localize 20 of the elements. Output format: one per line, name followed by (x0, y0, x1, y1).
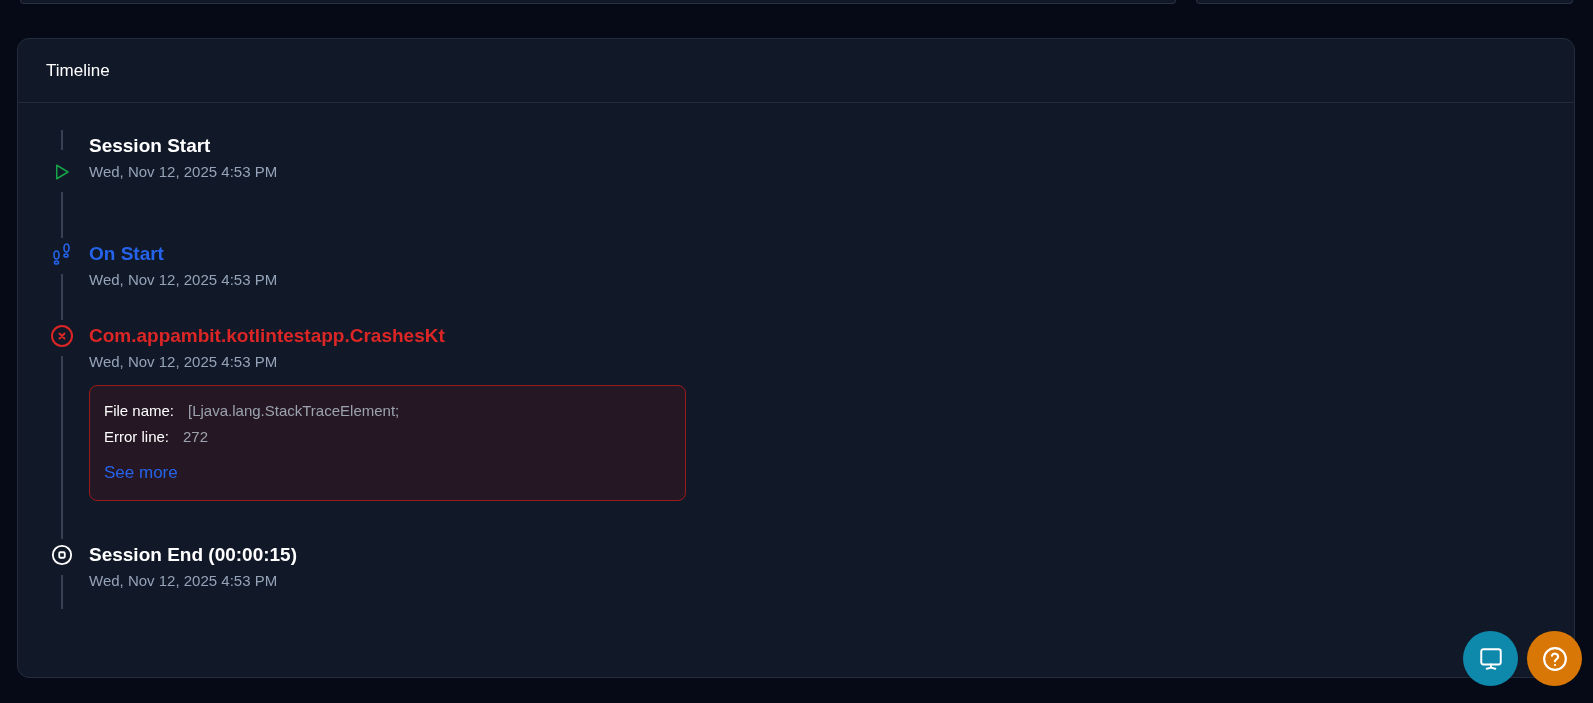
screen-icon (1477, 645, 1504, 672)
see-more-link[interactable]: See more (104, 460, 178, 486)
detail-value: 272 (183, 428, 209, 446)
event-title: Com.appambit.kotlintestapp.CrashesKt (89, 324, 446, 348)
event-title: On Start (89, 242, 165, 266)
card-title: Timeline (46, 59, 110, 82)
event-time: Wed, Nov 12, 2025 4:53 PM (89, 352, 279, 372)
event-title: Session Start (89, 134, 212, 158)
detail-value: [Ljava.lang.StackTraceElement; (188, 402, 400, 420)
help-icon (1541, 645, 1568, 672)
detail-label: File name: (104, 402, 175, 420)
event-title: Session End (00:00:15) (89, 542, 298, 567)
help-button[interactable] (1527, 631, 1582, 686)
detail-label: Error line: (104, 428, 170, 446)
stop-icon (51, 543, 73, 566)
play-icon (53, 163, 71, 181)
error-icon (50, 324, 74, 348)
event-time: Wed, Nov 12, 2025 4:53 PM (89, 270, 278, 290)
event-time: Wed, Nov 12, 2025 4:53 PM (89, 162, 278, 182)
event-time: Wed, Nov 12, 2025 4:53 PM (89, 570, 279, 591)
